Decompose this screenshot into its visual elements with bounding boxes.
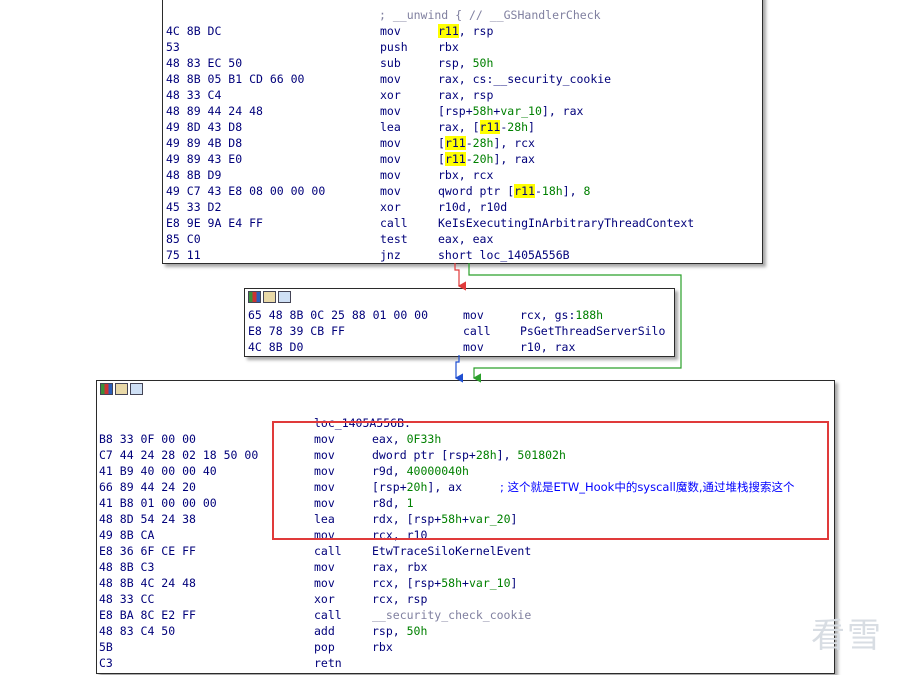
watermark-logo: 看雪: [811, 616, 883, 656]
flow-edges: [454, 263, 682, 383]
edge-false: [454, 263, 467, 291]
edge-fallthrough: [454, 355, 464, 383]
edge-true: [468, 263, 682, 383]
